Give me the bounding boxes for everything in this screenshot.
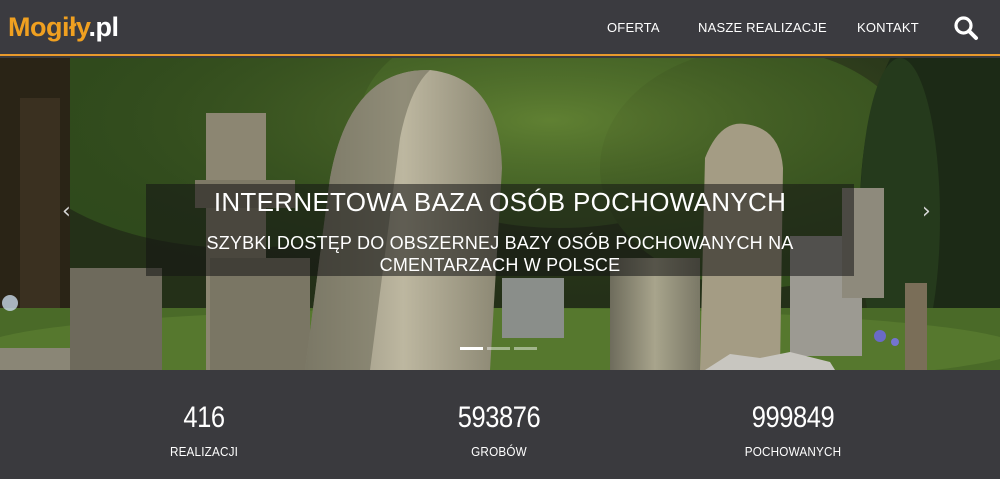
carousel-indicator[interactable] <box>514 347 537 350</box>
stat-realizacji: 416 REALIZACJI <box>104 400 304 460</box>
stat-grobow: 593876 GROBÓW <box>399 400 599 460</box>
nav-item-kontakt[interactable]: KONTAKT <box>857 20 919 36</box>
chevron-left-icon[interactable]: ‹ <box>62 200 71 224</box>
stat-number: 593876 <box>457 401 541 434</box>
stat-pochowanych: 999849 POCHOWANYCH <box>693 400 893 460</box>
stat-number: 999849 <box>751 401 835 434</box>
logo-brand: Mogiły <box>8 12 89 42</box>
stat-label: GROBÓW <box>471 444 527 459</box>
site-logo[interactable]: Mogiły.pl <box>8 12 119 42</box>
carousel-indicators <box>460 347 537 350</box>
carousel-indicator[interactable] <box>487 347 510 350</box>
hero-title: INTERNETOWA BAZA OSÓB POCHOWANYCH <box>213 187 787 217</box>
logo-tld: .pl <box>88 12 120 42</box>
top-navbar: Mogiły.pl OFERTA NASZE REALIZACJE KONTAK… <box>0 0 1000 56</box>
hero-carousel: INTERNETOWA BAZA OSÓB POCHOWANYCH SZYBKI… <box>0 58 1000 370</box>
nav-item-nasze-realizacje[interactable]: NASZE REALIZACJE <box>698 20 827 36</box>
carousel-indicator[interactable] <box>460 347 483 350</box>
search-icon[interactable] <box>953 15 979 41</box>
stat-label: REALIZACJI <box>169 444 239 459</box>
stats-section: 416 REALIZACJI 593876 GROBÓW 999849 POCH… <box>0 370 1000 479</box>
hero-subtitle: SZYBKI DOSTĘP DO OBSZERNEJ BAZY OSÓB POC… <box>206 233 794 275</box>
chevron-right-icon[interactable]: › <box>922 200 931 224</box>
nav-item-oferta[interactable]: OFERTA <box>607 20 660 36</box>
stat-number: 416 <box>183 401 225 434</box>
stat-label: POCHOWANYCH <box>744 444 842 459</box>
